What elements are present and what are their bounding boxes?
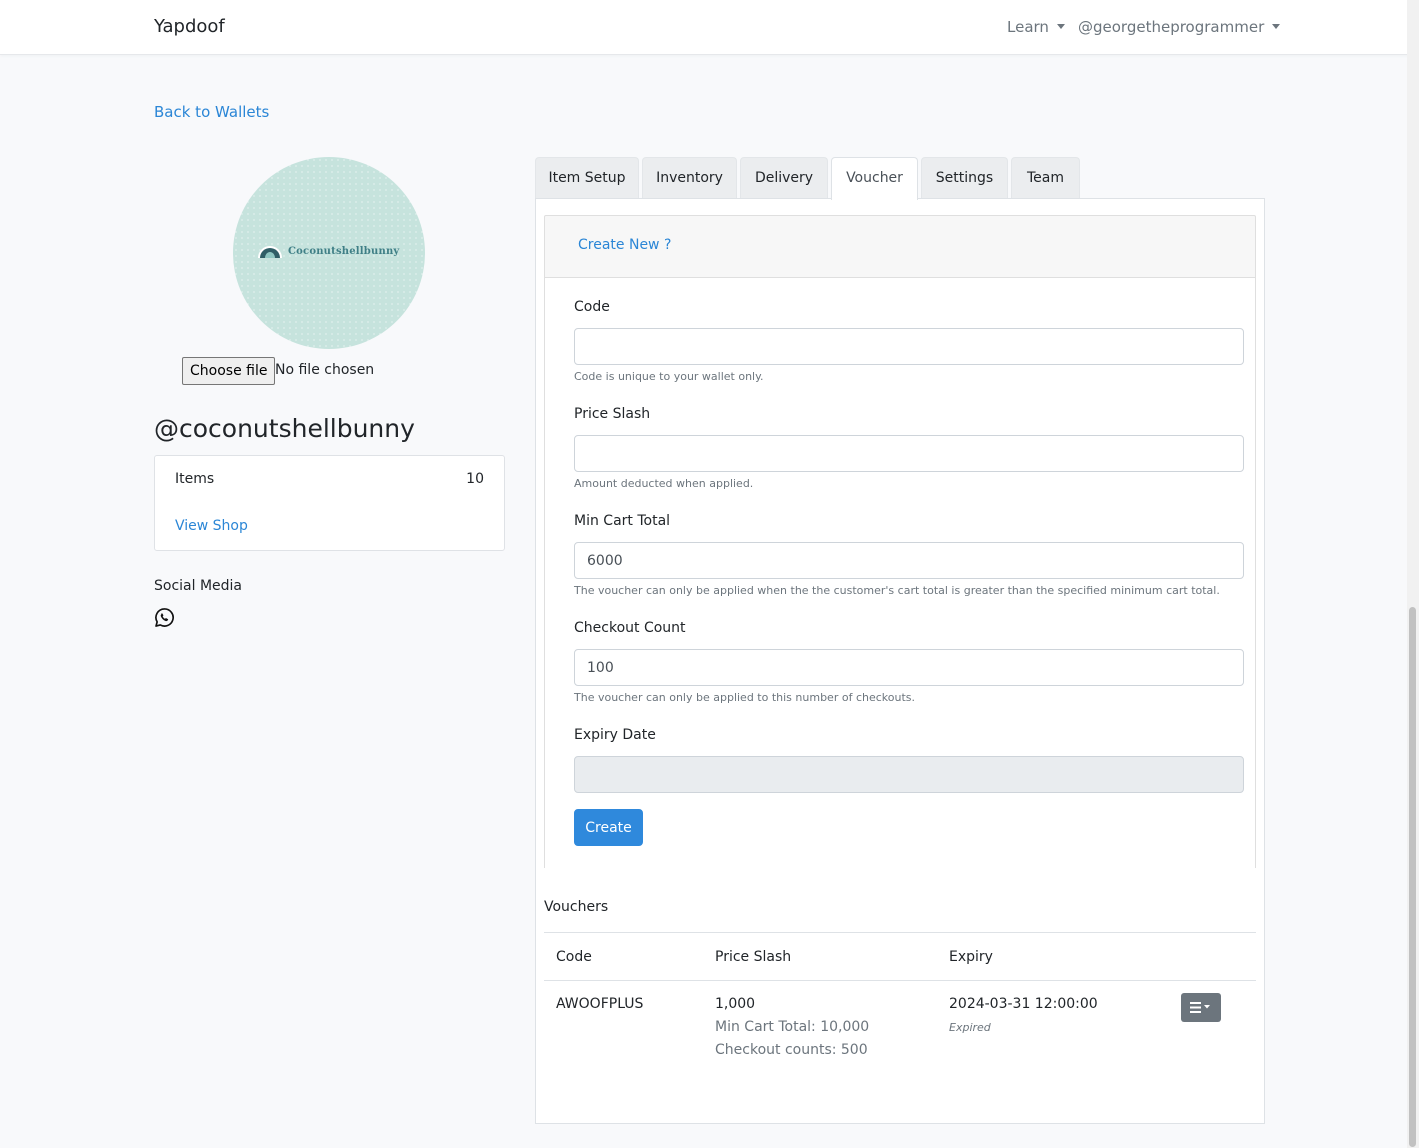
page-scrollbar[interactable] — [1407, 0, 1419, 1148]
checkout-count-help-text: The voucher can only be applied to this … — [574, 691, 915, 704]
tab-team[interactable]: Team — [1011, 157, 1080, 198]
code-help-text: Code is unique to your wallet only. — [574, 370, 764, 383]
wallet-avatar: Coconutshellbunny — [233, 157, 425, 349]
tab-delivery[interactable]: Delivery — [740, 157, 828, 198]
price-slash-help-text: Amount deducted when applied. — [574, 477, 754, 490]
table-header-row: Code Price Slash Expiry — [544, 932, 1256, 981]
wallet-handle: @coconutshellbunny — [154, 414, 415, 443]
voucher-actions-button[interactable] — [1181, 993, 1221, 1022]
column-header-price-slash: Price Slash — [715, 949, 792, 965]
tab-settings[interactable]: Settings — [921, 157, 1008, 198]
checkout-count-label: Checkout Count — [574, 620, 686, 636]
voucher-status: Expired — [949, 1021, 991, 1034]
voucher-tab-panel: Create New ? Code Code is unique to your… — [535, 198, 1265, 1124]
items-label: Items — [175, 471, 215, 487]
price-slash-label: Price Slash — [574, 406, 651, 422]
column-header-code: Code — [556, 949, 592, 965]
back-to-wallets-link[interactable]: Back to Wallets — [154, 103, 269, 121]
view-shop-link[interactable]: View Shop — [175, 518, 248, 534]
expiry-date-label: Expiry Date — [574, 727, 656, 743]
caret-down-icon — [1272, 24, 1281, 29]
code-input[interactable] — [574, 328, 1244, 365]
expiry-date-input[interactable] — [574, 756, 1244, 793]
learn-dropdown[interactable]: Learn — [1007, 18, 1065, 36]
avatar-text: Coconutshellbunny — [288, 246, 400, 257]
wallet-info-card: Items 10 View Shop — [154, 455, 505, 551]
code-label: Code — [574, 299, 610, 315]
tab-item-setup[interactable]: Item Setup — [535, 157, 639, 198]
social-media-title: Social Media — [154, 578, 243, 594]
column-header-expiry: Expiry — [949, 949, 993, 965]
tab-voucher[interactable]: Voucher — [831, 157, 918, 200]
top-navbar: Yapdoof Learn @georgetheprogrammer — [0, 0, 1419, 55]
items-count: 10 — [466, 471, 484, 487]
create-voucher-header: Create New ? — [544, 215, 1256, 278]
file-status-text: No file chosen — [275, 362, 375, 378]
min-cart-total-help-text: The voucher can only be applied when the… — [574, 584, 1220, 597]
brand-logo[interactable]: Yapdoof — [154, 16, 225, 37]
create-voucher-button[interactable]: Create — [574, 809, 643, 846]
scrollbar-thumb[interactable] — [1409, 607, 1416, 1147]
voucher-min-cart-total: Min Cart Total: 10,000 — [715, 1019, 870, 1035]
learn-dropdown-label: Learn — [1007, 18, 1049, 36]
price-slash-input[interactable] — [574, 435, 1244, 472]
voucher-expiry: 2024-03-31 12:00:00 — [949, 996, 1098, 1012]
create-new-link[interactable]: Create New ? — [578, 237, 671, 253]
choose-file-button[interactable]: Choose file — [182, 357, 276, 385]
coconut-logo-icon — [258, 246, 282, 258]
user-dropdown[interactable]: @georgetheprogrammer — [1078, 18, 1281, 36]
voucher-price-slash: 1,000 — [715, 996, 756, 1012]
user-dropdown-label: @georgetheprogrammer — [1078, 18, 1265, 36]
tab-inventory[interactable]: Inventory — [642, 157, 737, 198]
voucher-checkout-counts: Checkout counts: 500 — [715, 1042, 868, 1058]
caret-down-icon — [1056, 24, 1065, 29]
voucher-form: Code Code is unique to your wallet only.… — [544, 278, 1256, 868]
min-cart-total-input[interactable] — [574, 542, 1244, 579]
vouchers-title: Vouchers — [544, 899, 609, 915]
checkout-count-input[interactable] — [574, 649, 1244, 686]
menu-dropdown-icon — [1190, 1002, 1210, 1013]
voucher-code: AWOOFPLUS — [556, 996, 644, 1012]
min-cart-total-label: Min Cart Total — [574, 513, 671, 529]
whatsapp-icon[interactable] — [154, 607, 175, 628]
